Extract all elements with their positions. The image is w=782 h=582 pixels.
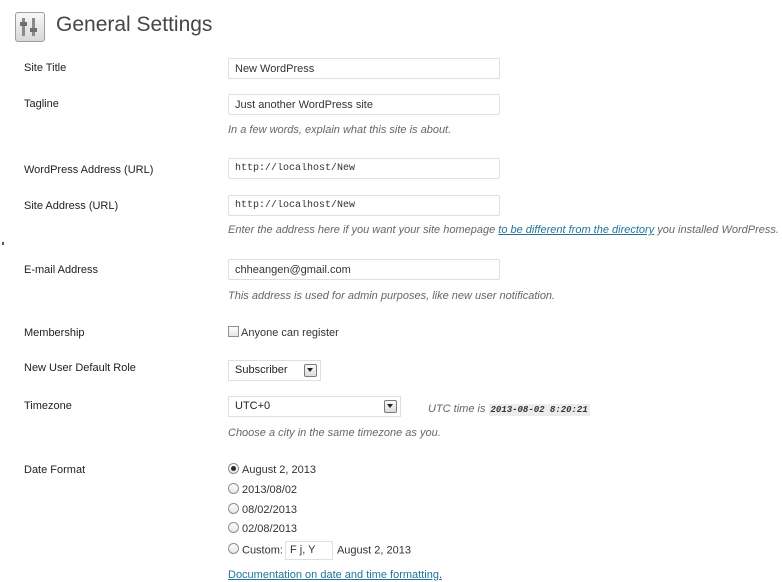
date-format-custom-preview: August 2, 2013 [336, 544, 411, 557]
date-format-custom-radio[interactable] [228, 543, 239, 555]
site-address-description-after: you installed WordPress. [654, 224, 779, 236]
date-format-option[interactable]: 02/08/2013 [228, 522, 297, 536]
date-format-docs-period: . [438, 569, 443, 581]
date-format-docs-link[interactable]: Documentation on date and time formattin… [228, 569, 439, 581]
anyone-can-register-label: Anyone can register [241, 327, 339, 339]
default-role-select[interactable]: Subscriber [228, 360, 321, 381]
email-input[interactable] [228, 259, 500, 280]
site-address-description-before: Enter the address here if you want your … [228, 224, 499, 236]
date-format-radio[interactable] [228, 522, 239, 533]
date-format-option-label: August 2, 2013 [242, 464, 317, 476]
date-format-option-label: 2013/08/02 [242, 484, 298, 496]
date-format-option[interactable]: 08/02/2013 [228, 503, 297, 517]
anyone-can-register-checkbox[interactable] [228, 326, 239, 337]
utc-time-label: UTC time is [428, 403, 486, 415]
settings-tools-icon [15, 12, 45, 42]
site-title-input[interactable] [228, 58, 500, 79]
timezone-select[interactable]: UTC+0 [228, 396, 401, 417]
site-address-description: Enter the address here if you want your … [228, 223, 779, 237]
page-title: General Settings [56, 13, 213, 36]
stray-mark [2, 242, 4, 245]
date-format-option-label: 02/08/2013 [242, 523, 298, 535]
wordpress-address-input[interactable] [228, 158, 500, 179]
tagline-label: Tagline [24, 98, 59, 110]
utc-time: UTC time is 2013-08-02 8:20:21 [428, 402, 590, 417]
membership-option[interactable]: Anyone can register [228, 326, 339, 340]
date-format-custom-input[interactable]: F j, Y [284, 541, 333, 560]
timezone-value: UTC+0 [235, 400, 271, 412]
date-format-option[interactable]: 2013/08/02 [228, 483, 297, 497]
date-format-label: Date Format [24, 464, 86, 476]
site-address-input[interactable] [228, 195, 500, 216]
default-role-label: New User Default Role [24, 362, 136, 374]
site-title-label: Site Title [24, 62, 67, 74]
membership-label: Membership [24, 327, 85, 339]
date-format-option-label: 08/02/2013 [242, 504, 298, 516]
general-settings-page: General Settings Site Title Tagline In a… [0, 0, 782, 582]
site-address-help-link[interactable]: to be different from the directory [498, 224, 654, 236]
date-format-custom-label: Custom: [242, 544, 283, 557]
timezone-description: Choose a city in the same timezone as yo… [228, 427, 441, 439]
utc-time-value: 2013-08-02 8:20:21 [488, 404, 590, 416]
wordpress-address-label: WordPress Address (URL) [24, 164, 154, 176]
date-format-radio[interactable] [228, 503, 239, 514]
timezone-label: Timezone [24, 400, 72, 412]
default-role-value: Subscriber [235, 364, 288, 376]
chevron-down-icon[interactable] [384, 400, 397, 413]
chevron-down-icon[interactable] [304, 364, 317, 377]
date-format-custom-option[interactable]: Custom: F j, Y August 2, 2013 [228, 541, 411, 560]
date-format-radio[interactable] [228, 463, 239, 474]
email-description: This address is used for admin purposes,… [228, 290, 556, 302]
tagline-input[interactable] [228, 94, 500, 115]
date-format-radio[interactable] [228, 483, 239, 494]
date-format-docs: Documentation on date and time formattin… [228, 568, 442, 582]
date-format-option[interactable]: August 2, 2013 [228, 463, 316, 477]
email-label: E-mail Address [24, 264, 98, 276]
site-address-label: Site Address (URL) [24, 200, 119, 212]
tagline-description: In a few words, explain what this site i… [228, 124, 452, 136]
